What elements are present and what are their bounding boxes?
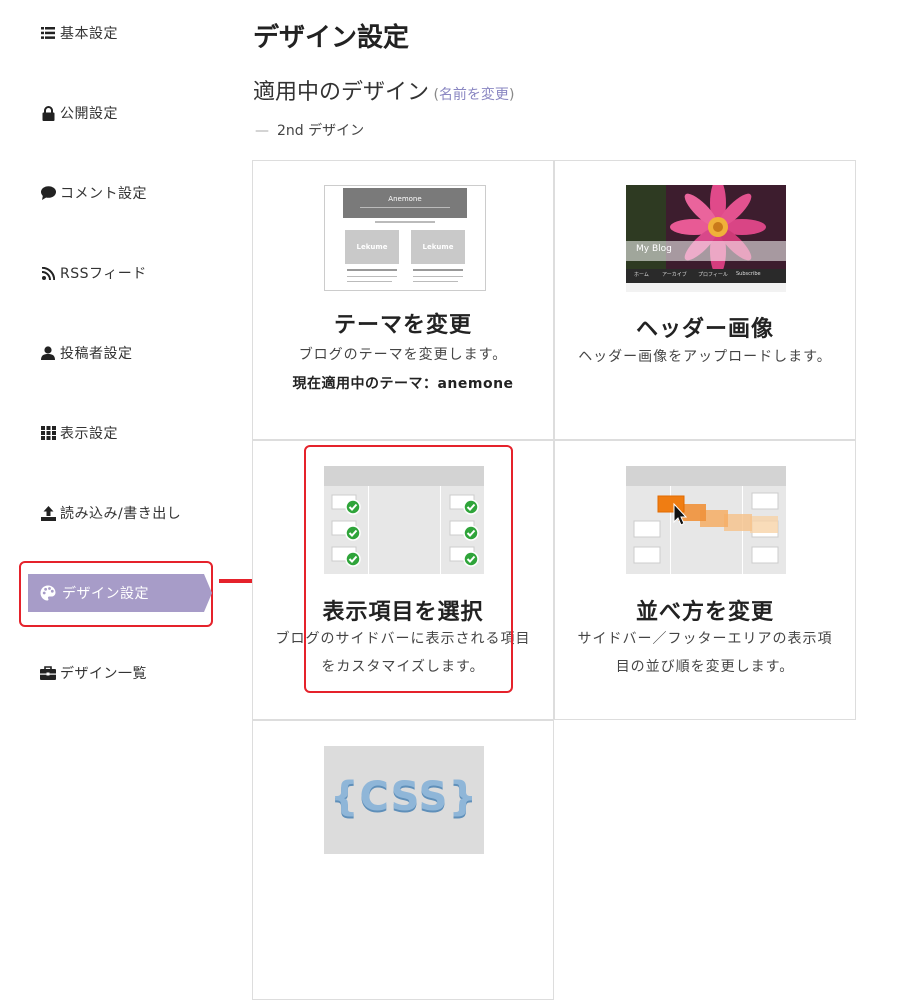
paren-open: ( — [429, 87, 439, 103]
paren-close: ) — [508, 87, 515, 103]
thumb-nav-subscribe: Subscribe — [736, 271, 761, 277]
sidebar-item-import-export[interactable]: 読み込み/書き出し — [40, 501, 181, 525]
thumb-text-line — [413, 269, 463, 271]
current-theme-label: 現在適用中のテーマ：anemone — [292, 376, 514, 392]
card-select-items[interactable]: 表示項目を選択 ブログのサイドバーに表示される項目をカスタマイズします。 — [252, 440, 554, 720]
sidebar-item-label: デザイン一覧 — [60, 666, 147, 682]
thumb-text-line — [413, 281, 458, 282]
sidebar-item-publish[interactable]: 公開設定 — [40, 101, 118, 125]
css-logo-text: {CSS} — [330, 774, 478, 820]
sidebar-item-rss[interactable]: RSSフィード — [40, 261, 147, 285]
thumb-blog-title: My Blog — [636, 244, 672, 254]
design-settings-grid: Anemone Lekume Lekume テーマを変更 ブログのテーマを変更し… — [252, 160, 857, 1000]
briefcase-icon — [40, 665, 56, 681]
sidebar-item-basic[interactable]: 基本設定 — [40, 21, 118, 45]
lock-icon — [40, 105, 56, 121]
drag-graphic — [633, 492, 779, 564]
list-icon — [40, 25, 56, 41]
design-name: — 2nd デザイン — [255, 120, 364, 140]
header-image-thumbnail: My Blog ホーム アーカイブ プロフィール Subscribe — [626, 185, 786, 292]
sidebar-item-design[interactable]: デザイン設定 — [28, 574, 212, 612]
thumb-nav-home: ホーム — [634, 272, 649, 278]
card-description: ブログのテーマを変更します。 — [298, 347, 508, 363]
thumb-text-line — [347, 276, 397, 277]
thumb-divider — [360, 207, 450, 208]
theme-thumbnail: Anemone Lekume Lekume — [324, 185, 486, 291]
upload-icon — [40, 505, 56, 521]
thumb-box-right: Lekume — [411, 230, 465, 264]
thumb-text-line — [413, 276, 463, 277]
sidebar-item-label: 基本設定 — [60, 26, 118, 42]
grid-icon — [40, 425, 56, 441]
card-title: テーマを変更 — [333, 313, 472, 338]
sidebar-item-label: 公開設定 — [60, 106, 118, 122]
current-design-heading: 適用中のデザイン (名前を変更) — [253, 74, 514, 106]
design-name-text: 2nd デザイン — [277, 123, 365, 139]
thumb-header-bar: Anemone — [343, 188, 467, 218]
thumb-title: Anemone — [388, 195, 422, 203]
sidebar-item-design-list[interactable]: デザイン一覧 — [40, 661, 147, 685]
rename-link[interactable]: 名前を変更 — [439, 87, 509, 103]
checklist-graphic — [331, 494, 479, 567]
card-description: ヘッダー画像をアップロードします。 — [578, 349, 832, 365]
current-design-label: 適用中のデザイン — [253, 80, 430, 105]
sidebar-item-display[interactable]: 表示設定 — [40, 421, 118, 445]
palette-icon — [40, 585, 56, 601]
sidebar-item-label: RSSフィード — [60, 266, 147, 282]
thumb-nav-profile: プロフィール — [698, 272, 728, 278]
card-header-image[interactable]: My Blog ホーム アーカイブ プロフィール Subscribe ヘッダー画… — [554, 160, 856, 440]
thumb-box-left: Lekume — [345, 230, 399, 264]
card-custom-css[interactable]: {CSS} — [252, 720, 554, 1000]
sidebar-item-author[interactable]: 投稿者設定 — [40, 341, 133, 365]
thumb-nav-line — [375, 221, 435, 223]
sidebar-item-label: デザイン設定 — [62, 586, 149, 602]
order-thumbnail — [626, 466, 786, 574]
dash-decoration: — — [255, 123, 269, 139]
card-title: 並べ方を変更 — [635, 600, 774, 625]
card-description: サイドバー／フッターエリアの表示項目の並び順を変更します。 — [577, 631, 833, 675]
card-change-order[interactable]: 並べ方を変更 サイドバー／フッターエリアの表示項目の並び順を変更します。 — [554, 440, 856, 720]
rss-icon — [40, 265, 56, 281]
thumb-text-line — [347, 281, 392, 282]
thumb-nav-archive: アーカイブ — [662, 272, 687, 278]
sidebar-item-label: コメント設定 — [60, 186, 147, 202]
card-description: ブログのサイドバーに表示される項目をカスタマイズします。 — [275, 631, 531, 675]
sidebar-item-label: 投稿者設定 — [60, 346, 133, 362]
sidebar-item-label: 読み込み/書き出し — [60, 506, 182, 522]
sidebar: 基本設定 公開設定 コメント設定 RSSフィード 投稿者設定 表示設定 読み込み… — [0, 0, 230, 834]
user-icon — [40, 345, 56, 361]
css-thumbnail: {CSS} — [324, 746, 484, 854]
sidebar-item-comment[interactable]: コメント設定 — [40, 181, 147, 205]
thumb-text-line — [347, 269, 397, 271]
sidebar-item-label: 表示設定 — [60, 426, 118, 442]
page-title: デザイン設定 — [253, 23, 410, 53]
comment-icon — [40, 185, 56, 201]
card-title: 表示項目を選択 — [322, 600, 484, 625]
items-thumbnail — [324, 466, 484, 574]
card-title: ヘッダー画像 — [635, 317, 774, 342]
card-change-theme[interactable]: Anemone Lekume Lekume テーマを変更 ブログのテーマを変更し… — [252, 160, 554, 440]
